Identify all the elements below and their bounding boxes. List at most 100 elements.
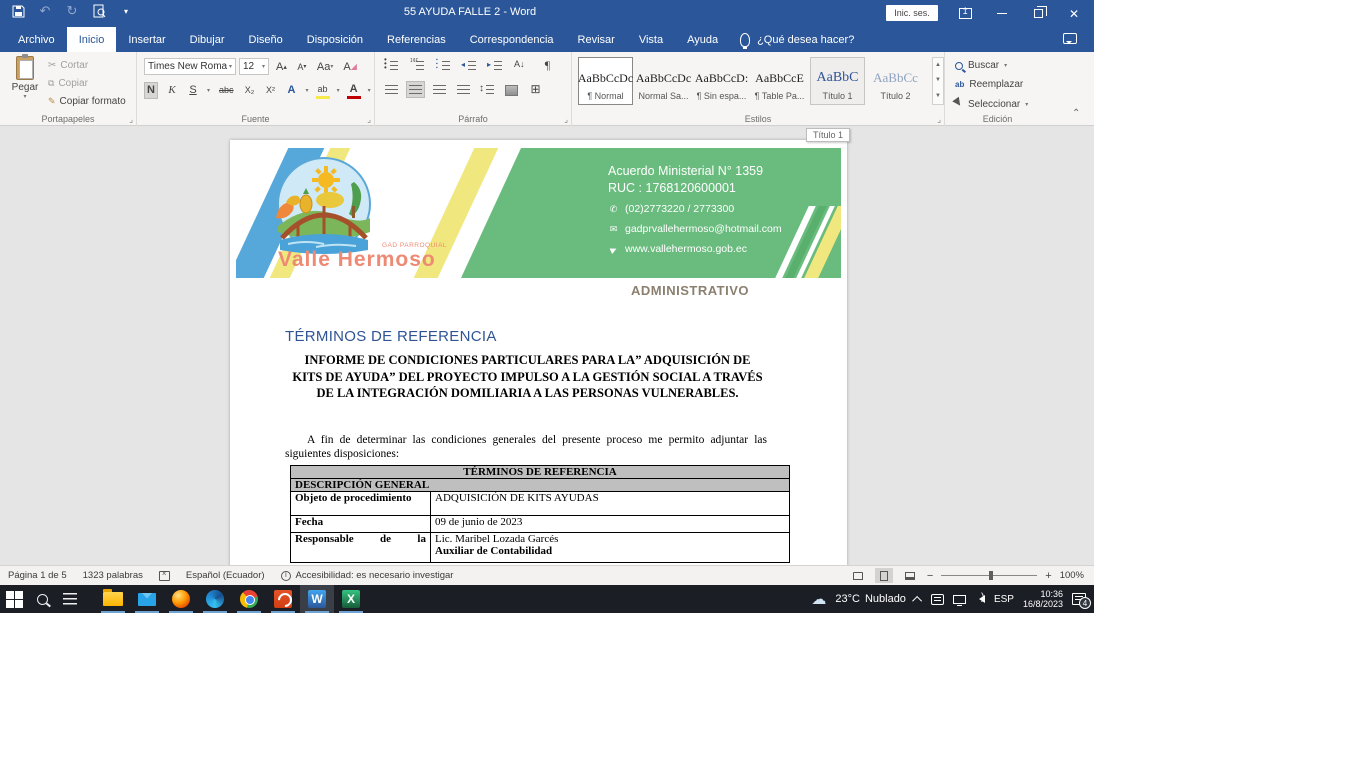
tab-dibujar[interactable]: Dibujar [178,27,237,52]
font-size-box[interactable]: 12▾ [239,58,269,75]
tab-correspondencia[interactable]: Correspondencia [458,27,566,52]
tab-inicio[interactable]: Inicio [67,27,117,52]
pilcrow-icon[interactable]: ¶ [539,58,556,73]
shrink-font-button[interactable]: A▾ [295,58,309,75]
file-explorer-button[interactable] [96,585,130,613]
document-page[interactable]: Valle Hermoso GAD PARROQUIAL Acuerdo Min… [230,140,847,565]
tab-revisar[interactable]: Revisar [566,27,627,52]
tray-panel-icon[interactable] [931,594,944,605]
web-layout-button[interactable] [901,568,919,583]
sort-icon[interactable] [513,58,530,73]
cut-button[interactable]: ✂Cortar [48,57,126,73]
volume-icon[interactable] [975,595,985,603]
portapapeles-dialog-launcher-icon[interactable]: ⌟ [129,115,133,124]
sign-in-button[interactable]: Inic. ses. [886,5,938,21]
read-mode-button[interactable] [849,568,867,583]
style-titulo-1[interactable]: AaBbC Título 1 [810,57,865,105]
line-spacing-icon[interactable] [479,82,496,97]
multilevel-list-icon[interactable] [435,58,452,73]
styles-more-icon[interactable]: ▼ [933,89,943,104]
increase-indent-icon[interactable] [487,58,504,73]
tab-referencias[interactable]: Referencias [375,27,458,52]
pdf-app-button[interactable] [266,585,300,613]
accessibility-status[interactable]: Accesibilidad: es necesario investigar [281,570,454,581]
clear-formatting-button[interactable]: A◢ [341,58,359,75]
align-right-icon[interactable] [431,82,448,97]
numbering-icon[interactable] [409,58,426,73]
estilos-dialog-launcher-icon[interactable]: ⌟ [937,115,941,124]
firefox-button[interactable] [164,585,198,613]
borders-icon[interactable]: ⊞ [527,82,544,97]
highlight-button[interactable]: ab [316,82,330,99]
tab-insertar[interactable]: Insertar [116,27,177,52]
style-titulo-2[interactable]: AaBbCc Título 2 [868,57,923,105]
comments-icon[interactable] [1063,33,1077,44]
replace-button[interactable]: abReemplazar [955,79,1023,90]
underline-dropdown-icon[interactable]: ▾ [207,87,210,94]
start-button[interactable] [0,585,28,613]
underline-button[interactable]: S [186,82,200,99]
tab-archivo[interactable]: Archivo [6,27,67,52]
text-effects-button[interactable]: A [285,82,299,99]
fuente-dialog-launcher-icon[interactable]: ⌟ [367,115,371,124]
restore-button[interactable] [1021,0,1055,27]
zoom-slider[interactable] [941,575,1037,576]
find-button[interactable]: Buscar▾ [955,60,1007,71]
page-count[interactable]: Página 1 de 5 [8,570,67,581]
font-color-button[interactable]: A [347,82,361,99]
proofing-icon[interactable] [159,571,170,581]
weather-cloud-icon[interactable]: ☁ [811,590,826,608]
zoom-slider-thumb[interactable] [989,571,993,580]
format-painter-button[interactable]: ✎Copiar formato [48,93,126,109]
copy-button[interactable]: ⧉Copiar [48,75,126,91]
clock[interactable]: 10:36 16/8/2023 [1023,589,1063,609]
print-layout-button[interactable] [875,568,893,583]
style-sin-espaciado[interactable]: AaBbCcD: ¶ Sin espa... [694,57,749,105]
excel-taskbar-button[interactable]: X [334,585,368,613]
bullets-icon[interactable] [383,58,400,73]
style-table-paragraph[interactable]: AaBbCcE ¶ Table Pa... [752,57,807,105]
task-view-button[interactable] [56,585,84,613]
zoom-in-button[interactable]: + [1045,570,1051,582]
bold-button[interactable]: N [144,82,158,99]
align-center-icon[interactable] [407,82,424,97]
tell-me-box[interactable]: ¿Qué desea hacer? [730,27,854,52]
notification-center-icon[interactable]: 4 [1072,593,1086,605]
tab-diseno[interactable]: Diseño [237,27,295,52]
paste-button[interactable]: Pegar ▾ [8,56,42,112]
document-canvas[interactable]: Título 1 [0,126,1094,565]
font-name-box[interactable]: Times New Roma▾ [144,58,236,75]
strikethrough-button[interactable]: abc [217,82,236,99]
italic-button[interactable]: K [165,82,179,99]
language-indicator[interactable]: ESP [994,594,1014,605]
edge-button[interactable] [198,585,232,613]
close-button[interactable]: ✕ [1057,0,1091,27]
styles-scroll-up-icon[interactable]: ▲ [933,58,943,73]
weather-widget[interactable]: 23°C Nublado [835,593,906,605]
select-button[interactable]: Seleccionar▾ [955,98,1028,110]
tray-expand-chevron-icon[interactable] [912,595,922,605]
superscript-button[interactable]: X² [264,82,278,99]
ribbon-display-options-button[interactable] [948,0,982,27]
word-count[interactable]: 1323 palabras [83,570,143,581]
tab-ayuda[interactable]: Ayuda [675,27,730,52]
tab-vista[interactable]: Vista [627,27,675,52]
word-taskbar-button[interactable]: W [300,585,334,613]
zoom-level[interactable]: 100% [1060,570,1084,581]
subscript-button[interactable]: X₂ [243,82,257,99]
tab-disposicion[interactable]: Disposición [295,27,375,52]
styles-gallery-scroll[interactable]: ▲ ▼ ▼ [932,57,944,105]
taskbar-search-button[interactable] [28,585,56,613]
minimize-button[interactable] [985,0,1019,27]
style-normal[interactable]: AaBbCcDc ¶ Normal [578,57,633,105]
grow-font-button[interactable]: A▴ [274,58,289,75]
shading-icon[interactable] [503,82,520,97]
mail-button[interactable] [130,585,164,613]
change-case-button[interactable]: Aa▾ [315,58,335,75]
zoom-out-button[interactable]: − [927,570,933,582]
styles-scroll-down-icon[interactable]: ▼ [933,73,943,88]
language-status[interactable]: Español (Ecuador) [186,570,265,581]
chrome-button[interactable] [232,585,266,613]
collapse-ribbon-icon[interactable]: ⌃ [1072,108,1080,119]
style-normal-sa[interactable]: AaBbCcDc Normal Sa... [636,57,691,105]
